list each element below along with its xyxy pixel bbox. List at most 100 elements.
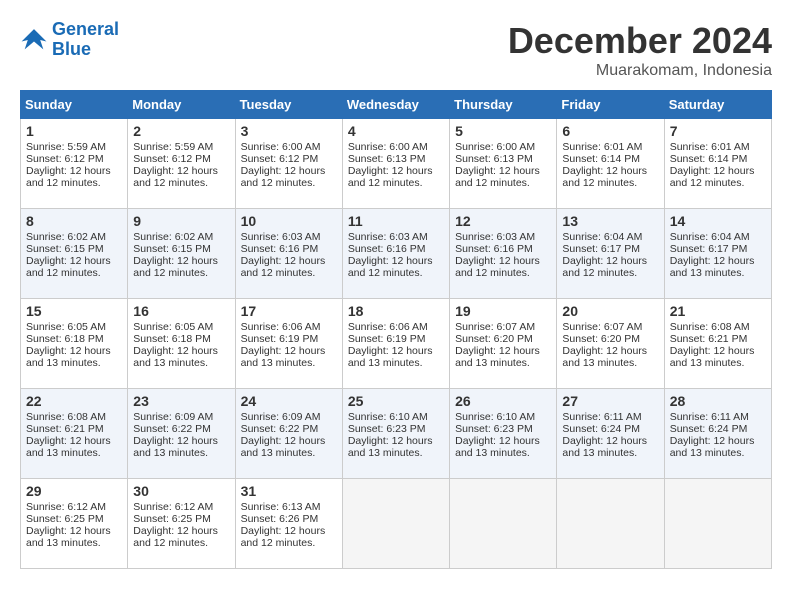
- day-info: Sunset: 6:16 PM: [348, 243, 444, 255]
- day-number: 9: [133, 213, 229, 229]
- day-info: Sunset: 6:17 PM: [562, 243, 658, 255]
- day-number: 2: [133, 123, 229, 139]
- day-info: and 12 minutes.: [562, 177, 658, 189]
- header-friday: Friday: [557, 91, 664, 119]
- day-info: Sunrise: 6:01 AM: [562, 141, 658, 153]
- day-info: and 12 minutes.: [133, 537, 229, 549]
- day-info: Sunset: 6:15 PM: [26, 243, 122, 255]
- day-number: 16: [133, 303, 229, 319]
- day-info: Sunset: 6:25 PM: [26, 513, 122, 525]
- day-info: Sunrise: 6:03 AM: [241, 231, 337, 243]
- day-info: Daylight: 12 hours: [562, 165, 658, 177]
- day-info: Sunrise: 6:13 AM: [241, 501, 337, 513]
- day-info: and 13 minutes.: [348, 447, 444, 459]
- day-number: 20: [562, 303, 658, 319]
- day-info: and 13 minutes.: [670, 357, 766, 369]
- day-info: Sunset: 6:22 PM: [133, 423, 229, 435]
- day-info: and 13 minutes.: [133, 447, 229, 459]
- day-info: Sunrise: 6:05 AM: [26, 321, 122, 333]
- day-info: Sunset: 6:23 PM: [455, 423, 551, 435]
- day-info: Sunrise: 6:12 AM: [133, 501, 229, 513]
- calendar-cell: 12Sunrise: 6:03 AMSunset: 6:16 PMDayligh…: [450, 209, 557, 299]
- calendar-cell: 14Sunrise: 6:04 AMSunset: 6:17 PMDayligh…: [664, 209, 771, 299]
- day-info: Daylight: 12 hours: [670, 345, 766, 357]
- day-number: 11: [348, 213, 444, 229]
- header-sunday: Sunday: [21, 91, 128, 119]
- day-number: 19: [455, 303, 551, 319]
- day-info: Sunrise: 5:59 AM: [133, 141, 229, 153]
- day-number: 24: [241, 393, 337, 409]
- day-info: Sunset: 6:26 PM: [241, 513, 337, 525]
- logo-text: General Blue: [52, 20, 119, 60]
- calendar-cell: 1Sunrise: 5:59 AMSunset: 6:12 PMDaylight…: [21, 119, 128, 209]
- day-info: Sunset: 6:25 PM: [133, 513, 229, 525]
- day-info: Sunset: 6:17 PM: [670, 243, 766, 255]
- calendar-week-4: 22Sunrise: 6:08 AMSunset: 6:21 PMDayligh…: [21, 389, 772, 479]
- day-info: Daylight: 12 hours: [562, 435, 658, 447]
- day-info: Daylight: 12 hours: [133, 435, 229, 447]
- day-info: Sunrise: 6:10 AM: [455, 411, 551, 423]
- day-info: Daylight: 12 hours: [241, 525, 337, 537]
- day-info: and 13 minutes.: [26, 447, 122, 459]
- day-info: Daylight: 12 hours: [348, 345, 444, 357]
- day-number: 14: [670, 213, 766, 229]
- page-header: General Blue December 2024 Muarakomam, I…: [20, 20, 772, 80]
- day-number: 27: [562, 393, 658, 409]
- calendar-cell: 29Sunrise: 6:12 AMSunset: 6:25 PMDayligh…: [21, 479, 128, 569]
- day-info: Sunset: 6:21 PM: [26, 423, 122, 435]
- day-info: Sunrise: 6:09 AM: [241, 411, 337, 423]
- calendar-cell: [664, 479, 771, 569]
- day-info: Daylight: 12 hours: [455, 255, 551, 267]
- calendar-cell: 23 Sunrise: 6:09 AMSunset: 6:22 PMDayligh…: [128, 389, 235, 479]
- calendar-cell: [342, 479, 449, 569]
- day-info: Daylight: 12 hours: [455, 345, 551, 357]
- day-info: Daylight: 12 hours: [348, 165, 444, 177]
- calendar-cell: 13Sunrise: 6:04 AMSunset: 6:17 PMDayligh…: [557, 209, 664, 299]
- day-info: Daylight: 12 hours: [241, 255, 337, 267]
- calendar-cell: 22Sunrise: 6:08 AMSunset: 6:21 PMDayligh…: [21, 389, 128, 479]
- day-number: 15: [26, 303, 122, 319]
- day-info: Sunrise: 6:08 AM: [26, 411, 122, 423]
- day-info: Sunset: 6:12 PM: [26, 153, 122, 165]
- day-info: Sunrise: 6:10 AM: [348, 411, 444, 423]
- day-info: Sunset: 6:15 PM: [133, 243, 229, 255]
- calendar-cell: 2Sunrise: 5:59 AMSunset: 6:12 PMDaylight…: [128, 119, 235, 209]
- day-info: and 13 minutes.: [241, 447, 337, 459]
- day-info: and 13 minutes.: [133, 357, 229, 369]
- header-thursday: Thursday: [450, 91, 557, 119]
- day-info: Daylight: 12 hours: [455, 165, 551, 177]
- day-info: and 12 minutes.: [670, 177, 766, 189]
- day-info: Sunrise: 6:00 AM: [348, 141, 444, 153]
- day-number: 4: [348, 123, 444, 139]
- calendar-week-5: 29Sunrise: 6:12 AMSunset: 6:25 PMDayligh…: [21, 479, 772, 569]
- calendar-cell: 16Sunrise: 6:05 AMSunset: 6:18 PMDayligh…: [128, 299, 235, 389]
- day-info: and 13 minutes.: [562, 357, 658, 369]
- calendar-cell: 15Sunrise: 6:05 AMSunset: 6:18 PMDayligh…: [21, 299, 128, 389]
- day-number: 7: [670, 123, 766, 139]
- day-info: and 12 minutes.: [241, 537, 337, 549]
- day-info: Sunset: 6:12 PM: [133, 153, 229, 165]
- day-info: Sunrise: 6:00 AM: [455, 141, 551, 153]
- day-info: Sunset: 6:24 PM: [670, 423, 766, 435]
- day-info: Sunrise: 6:03 AM: [455, 231, 551, 243]
- day-info: Sunset: 6:20 PM: [562, 333, 658, 345]
- day-info: Sunset: 6:20 PM: [455, 333, 551, 345]
- day-info: Sunset: 6:13 PM: [455, 153, 551, 165]
- day-info: Sunrise: 6:07 AM: [562, 321, 658, 333]
- calendar-cell: [450, 479, 557, 569]
- day-info: Sunrise: 6:09 AM: [133, 411, 229, 423]
- day-number: 23: [133, 393, 229, 409]
- day-number: 12: [455, 213, 551, 229]
- day-info: Daylight: 12 hours: [241, 345, 337, 357]
- calendar-cell: 26Sunrise: 6:10 AMSunset: 6:23 PMDayligh…: [450, 389, 557, 479]
- day-number: 28: [670, 393, 766, 409]
- day-number: 3: [241, 123, 337, 139]
- day-number: 26: [455, 393, 551, 409]
- day-info: and 13 minutes.: [670, 447, 766, 459]
- day-info: Sunset: 6:16 PM: [241, 243, 337, 255]
- calendar-cell: 19Sunrise: 6:07 AMSunset: 6:20 PMDayligh…: [450, 299, 557, 389]
- day-info: Daylight: 12 hours: [562, 345, 658, 357]
- day-info: and 12 minutes.: [455, 267, 551, 279]
- day-number: 18: [348, 303, 444, 319]
- day-info: and 13 minutes.: [455, 447, 551, 459]
